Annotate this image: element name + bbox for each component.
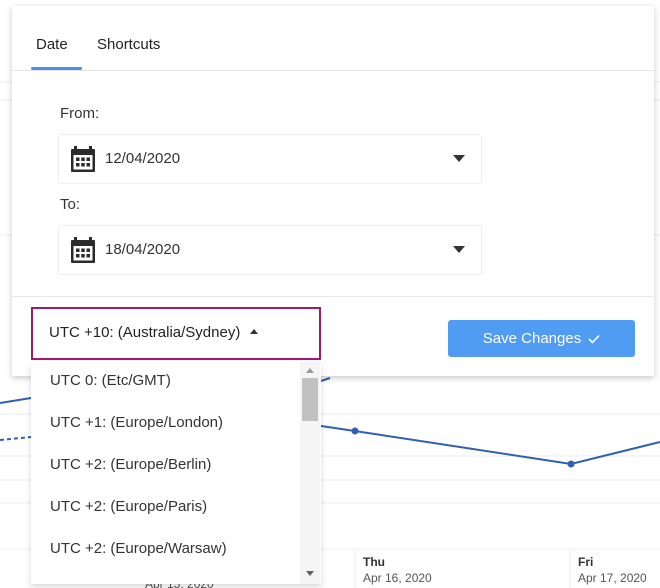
active-tab-indicator — [31, 67, 82, 70]
options-scrollbar[interactable] — [300, 362, 320, 584]
tab-bar: Date Shortcuts — [12, 6, 654, 71]
chart-day-date: Apr 16, 2020 — [363, 571, 432, 585]
chart-day-date: Apr 17, 2020 — [578, 571, 647, 585]
chart-series-line-dashed — [0, 436, 32, 441]
scroll-up-icon[interactable] — [306, 368, 314, 373]
timezone-option[interactable]: UTC +1: (Europe/London) — [50, 414, 223, 431]
timezone-selected-value: UTC +10: (Australia/Sydney) — [49, 324, 259, 341]
scroll-down-icon[interactable] — [306, 571, 314, 576]
chart-series-line — [320, 425, 660, 466]
from-date-field[interactable]: 12/04/2020 — [58, 134, 482, 184]
tab-date[interactable]: Date — [36, 36, 68, 53]
save-changes-button[interactable]: Save Changes — [448, 320, 635, 357]
timezone-option[interactable]: UTC +2: (Europe/Warsaw) — [50, 540, 227, 557]
chart-day-weekday: Thu — [363, 555, 385, 569]
from-label: From: — [60, 105, 100, 122]
timezone-option[interactable]: UTC +2: (Europe/Berlin) — [50, 456, 211, 473]
chart-point — [567, 460, 575, 468]
chart-series-line — [320, 377, 331, 382]
timezone-options-list: UTC 0: (Etc/GMT) UTC +1: (Europe/London)… — [31, 362, 321, 584]
calendar-icon — [71, 146, 95, 172]
to-date-field[interactable]: 18/04/2020 — [58, 225, 482, 275]
check-icon — [588, 334, 600, 344]
chevron-down-icon — [453, 246, 465, 253]
from-date-value: 12/04/2020 — [105, 150, 181, 167]
timezone-option[interactable]: UTC 0: (Etc/GMT) — [50, 372, 171, 389]
chart-series-line — [0, 397, 32, 404]
tab-shortcuts[interactable]: Shortcuts — [97, 36, 160, 53]
date-range-popup: Date Shortcuts From: 12/04/2020 To: 18/0… — [12, 6, 654, 376]
calendar-icon — [71, 237, 95, 263]
to-label: To: — [60, 196, 81, 213]
scrollbar-thumb[interactable] — [302, 378, 318, 421]
timezone-select[interactable]: UTC +10: (Australia/Sydney) — [31, 307, 321, 360]
chevron-down-icon — [453, 155, 465, 162]
chart-day-weekday: Fri — [578, 555, 593, 569]
to-date-value: 18/04/2020 — [105, 241, 181, 258]
timezone-option[interactable]: UTC +2: (Europe/Paris) — [50, 498, 207, 515]
chevron-up-icon — [250, 329, 259, 334]
save-changes-label: Save Changes — [482, 330, 582, 347]
chart-point — [351, 427, 359, 435]
